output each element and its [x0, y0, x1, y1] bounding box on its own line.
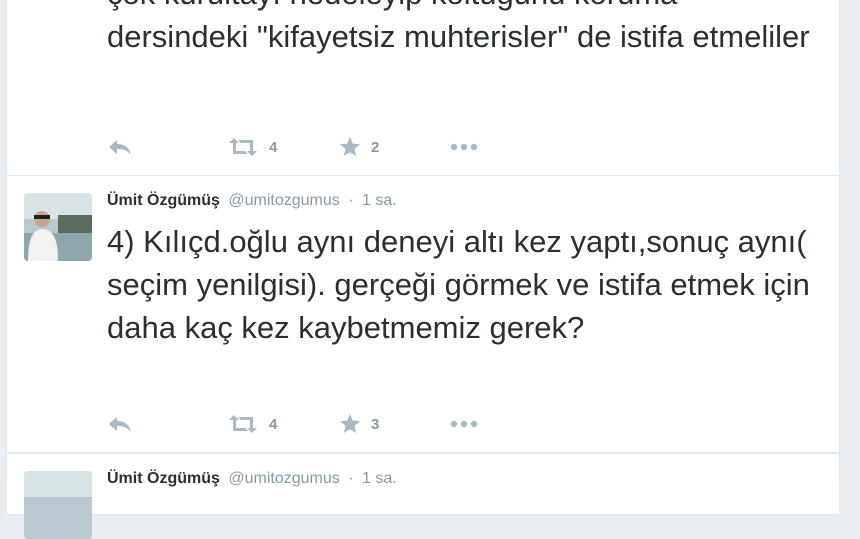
tweet-text: 4) Kılıçd.oğlu aynı deneyi altı kez yapt…: [107, 224, 810, 345]
tweet-header: Ümit Özgümüş @umitozgumus · 1 sa.: [107, 191, 397, 211]
separator: ·: [348, 192, 354, 209]
retweet-icon: [229, 138, 257, 156]
retweet-button[interactable]: 4: [227, 414, 339, 434]
timestamp[interactable]: 1 sa.: [362, 192, 397, 209]
more-dots-icon: [450, 143, 478, 151]
tweet-text: çok kurultayı nedeleyip koltuğunu koruma…: [107, 0, 810, 54]
retweet-count: 4: [269, 138, 278, 156]
retweet-count: 4: [269, 415, 278, 433]
tweet-actions: 4 3: [107, 412, 489, 436]
reply-button[interactable]: [107, 414, 227, 434]
tweet[interactable]: Ümit Özgümüş @umitozgumus · 1 sa. 4) Kıl…: [7, 176, 839, 453]
favorite-count: 2: [371, 138, 380, 156]
avatar-photo: [24, 193, 92, 261]
user-handle[interactable]: @umitozgumus: [228, 470, 339, 487]
user-handle[interactable]: @umitozgumus: [228, 192, 339, 209]
avatar[interactable]: [24, 471, 92, 539]
separator: ·: [348, 470, 354, 487]
avatar-photo: [24, 471, 92, 539]
favorite-button[interactable]: 3: [339, 413, 449, 435]
timeline: çok kurultayı nedeleyip koltuğunu koruma…: [6, 0, 840, 539]
favorite-button[interactable]: 2: [339, 136, 449, 158]
favorite-count: 3: [371, 415, 380, 433]
star-icon: [340, 414, 360, 433]
star-icon: [340, 137, 360, 156]
more-button[interactable]: [449, 142, 489, 152]
reply-icon: [109, 140, 131, 155]
tweet-actions: 4 2: [107, 135, 489, 159]
retweet-icon: [229, 415, 257, 433]
tweet[interactable]: çok kurultayı nedeleyip koltuğunu koruma…: [7, 0, 839, 176]
more-dots-icon: [450, 420, 478, 428]
reply-icon: [109, 417, 131, 432]
timestamp[interactable]: 1 sa.: [362, 470, 397, 487]
retweet-button[interactable]: 4: [227, 137, 339, 157]
more-button[interactable]: [449, 419, 489, 429]
tweet[interactable]: Ümit Özgümüş @umitozgumus · 1 sa.: [7, 453, 839, 539]
tweet-header: Ümit Özgümüş @umitozgumus · 1 sa.: [107, 469, 397, 489]
reply-button[interactable]: [107, 137, 227, 157]
avatar[interactable]: [24, 193, 92, 261]
user-fullname[interactable]: Ümit Özgümüş: [107, 470, 220, 487]
user-fullname[interactable]: Ümit Özgümüş: [107, 192, 220, 209]
